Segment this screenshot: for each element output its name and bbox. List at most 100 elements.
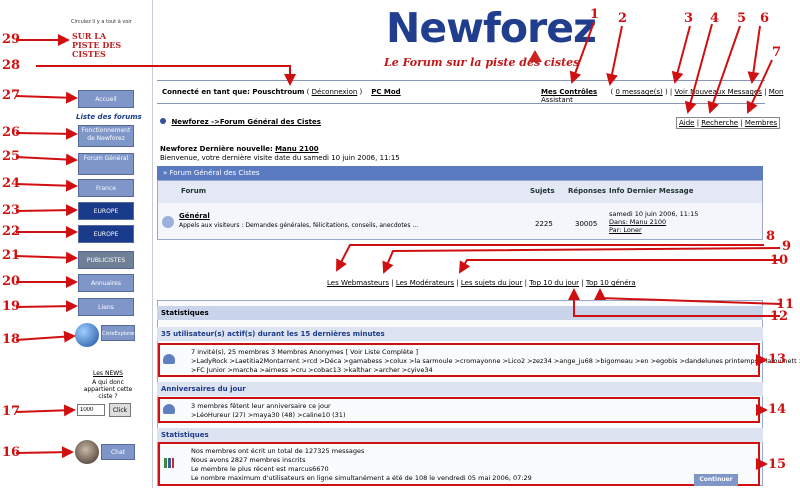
controls-link[interactable]: Mes Contrôles (541, 88, 597, 96)
birthdays-head: Anniversaires du jour (157, 382, 763, 396)
annotation-2: 2 (618, 11, 628, 26)
active-line2[interactable]: >LadyRock >Laetitia2Montarrent >rcd >Déc… (191, 357, 800, 365)
news-link[interactable]: Manu 2100 (275, 145, 319, 153)
annotation-19: 19 (2, 299, 21, 314)
tent-icon (528, 50, 542, 62)
nav-accueil-button[interactable]: Accueil (78, 90, 134, 108)
cisteexplorer-globe-icon[interactable] (75, 323, 99, 347)
search-link[interactable]: Recherche (701, 119, 738, 127)
nav-forum-general-button[interactable]: Forum Général (78, 153, 134, 175)
chat-button[interactable]: Chat (101, 444, 135, 460)
forum-name-link[interactable]: Général (179, 212, 210, 220)
forum-row[interactable]: Général Appels aux visiteurs : Demandes … (179, 212, 418, 229)
forum-status-icon (162, 216, 174, 228)
forum-table-header: » Forum Général des Cistes (157, 166, 763, 180)
forum-reponses: 30005 (575, 220, 598, 228)
birthdays-box (158, 397, 760, 423)
totals-line1: Nos membres ont écrit un total de 127325… (191, 447, 365, 455)
continue-button[interactable]: Continuer (694, 474, 738, 486)
arrow-2 (606, 25, 623, 86)
col-reponses: Réponses (568, 187, 607, 195)
annotation-17: 17 (2, 404, 21, 419)
col-forum: Forum (181, 187, 207, 195)
totals-line4: Le nombre maximum d'utilisateurs en lign… (191, 474, 532, 482)
members-link[interactable]: Membres (745, 119, 777, 127)
tagline: Circulez il y a tout à voir (71, 19, 132, 25)
forum-table-title: Forum Général des Cistes (169, 169, 260, 177)
nav-liens-button[interactable]: Liens (78, 298, 134, 316)
nav-outside-europe-button[interactable]: EUROPE (78, 225, 134, 243)
col-sujets: Sujets (530, 187, 555, 195)
forum-sujets: 2225 (535, 220, 553, 228)
active-line3[interactable]: >FC Junior >marcha >airness >cru >cobac1… (191, 366, 433, 374)
annotation-18: 18 (2, 332, 21, 347)
arrow-7 (746, 59, 773, 114)
breadcrumb-arrow-icon (160, 118, 166, 124)
arrow-9 (382, 247, 781, 274)
annotation-29: 29 (2, 32, 21, 47)
mid-links: Les Webmasteurs | Les Modérateurs | Les … (327, 279, 636, 287)
lastpost-in[interactable]: Dans: Manu 2100 (609, 218, 698, 226)
forum-list-label: Liste des forums (76, 113, 142, 121)
arrow-3 (671, 25, 691, 84)
nav-fonctionnement-button[interactable]: Fonctionnement de Newforez (78, 125, 134, 147)
annotation-13: 13 (768, 352, 787, 367)
new-messages-link[interactable]: Voir Nouveaux Messages (675, 88, 762, 96)
active-users-head: 35 utilisateur(s) actif(s) durant les 15… (157, 327, 763, 341)
breadcrumb: Newforez ->Forum Général des Cistes (160, 118, 321, 126)
annotation-4: 4 (710, 11, 720, 26)
annotation-21: 21 (2, 248, 21, 263)
annotation-9: 9 (782, 239, 792, 254)
nav-publicistes-button[interactable]: PUBLICISTES (78, 251, 134, 269)
site-title: Newforez (386, 4, 597, 52)
chat-avatar[interactable] (75, 440, 99, 464)
nav-europe-button[interactable]: EUROPE (78, 202, 134, 220)
moderators-link[interactable]: Les Modérateurs (396, 279, 454, 287)
webmasters-link[interactable]: Les Webmasteurs (327, 279, 389, 287)
totals-line3: Le membre le plus récent est marcus6670 (191, 465, 329, 473)
annotation-28: 28 (2, 58, 21, 73)
totals-line2: Nous avons 2827 membres inscrits (191, 456, 306, 464)
annotation-15: 15 (768, 457, 787, 472)
annotation-5: 5 (737, 11, 747, 26)
logout-link[interactable]: Déconnexion (312, 88, 358, 96)
topics-today-link[interactable]: Les sujets du jour (461, 279, 523, 287)
annotation-14: 14 (768, 402, 787, 417)
arrow-10 (458, 259, 780, 274)
annotation-6: 6 (760, 11, 770, 26)
nav-france-button[interactable]: France (78, 179, 134, 197)
col-info: Info Dernier Message (609, 187, 694, 195)
cisteexplorer-button[interactable]: CisteExplorer (101, 325, 135, 341)
annotation-25: 25 (2, 149, 21, 164)
quiz-question: A qui donc appartient cette ciste ? (83, 379, 133, 400)
top10-day-link[interactable]: Top 10 du jour (529, 279, 579, 287)
birthday-line2[interactable]: >LéoHureur (27) >maya30 (48) >caline10 (… (191, 411, 345, 419)
help-link[interactable]: Aide (679, 119, 694, 127)
annotation-10: 10 (770, 253, 789, 268)
site-subtitle: Le Forum sur la piste des cistes (384, 56, 580, 69)
user-bar: Connecté en tant que: Pouschtroum ( Déco… (162, 88, 401, 96)
lastpost-by[interactable]: Par: Loner (609, 226, 698, 234)
news-welcome: Bienvenue, votre dernière visite date du… (160, 154, 400, 162)
news-title: Newforez Dernière nouvelle: (160, 145, 273, 153)
lastpost-date: samedi 10 juin 2006, 11:15 (609, 210, 699, 218)
annotation-16: 16 (2, 445, 21, 460)
breadcrumb-text[interactable]: Newforez ->Forum Général des Cistes (171, 118, 320, 126)
quiz-click-button[interactable]: Click (109, 403, 131, 417)
top10-general-link[interactable]: Top 10 généra (586, 279, 636, 287)
messages-link[interactable]: 0 message(s) (615, 88, 662, 96)
quiz-input[interactable] (77, 404, 105, 416)
top-links: Mes Contrôles ( 0 message(s) ) | Voir No… (541, 88, 784, 104)
annotation-12: 12 (770, 309, 789, 324)
users-icon (163, 354, 175, 364)
annotation-23: 23 (2, 203, 21, 218)
forum-desc: Appels aux visiteurs : Demandes générale… (179, 222, 419, 229)
pc-mod-link[interactable]: PC Mod (371, 88, 401, 96)
arrow-6 (747, 25, 761, 84)
birthday-users-icon (163, 404, 175, 414)
help-links: Aide | Recherche | Membres (676, 117, 781, 129)
site-logo-small[interactable]: SUR LA PISTE DES CISTES (72, 32, 122, 59)
annotation-8: 8 (766, 229, 776, 244)
nav-annuaires-button[interactable]: Annuaires (78, 274, 134, 292)
header-divider-2 (157, 103, 765, 104)
